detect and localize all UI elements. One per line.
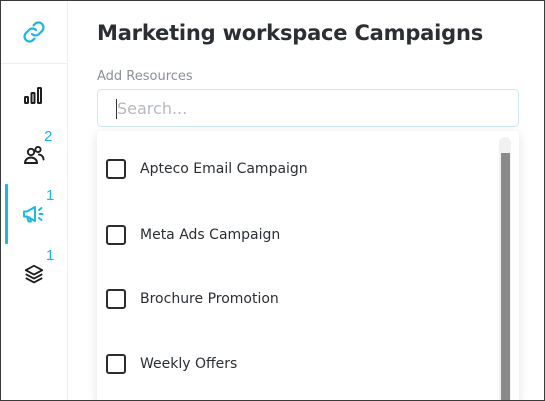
option-brochure-promotion[interactable]: Brochure Promotion <box>97 275 497 323</box>
sidebar-item-analytics[interactable] <box>1 65 67 125</box>
bar-chart-icon <box>24 87 42 104</box>
audiences-count-badge: 2 <box>44 128 53 145</box>
search-input[interactable] <box>97 89 519 127</box>
option-label: Brochure Promotion <box>140 291 279 307</box>
sidebar-item-audiences[interactable]: 2 <box>1 125 67 185</box>
text-caret <box>116 99 117 119</box>
sidebar: 2 1 1 <box>1 1 68 400</box>
users-icon <box>24 145 45 164</box>
option-label: Apteco Email Campaign <box>140 161 308 177</box>
sidebar-item-resources[interactable]: 1 <box>1 244 67 304</box>
page-title: Marketing workspace Campaigns <box>97 21 484 45</box>
option-weekly-offers[interactable]: Weekly Offers <box>97 340 497 388</box>
option-apteco-email-campaign[interactable]: Apteco Email Campaign <box>97 145 497 193</box>
sidebar-logo[interactable] <box>1 1 67 64</box>
megaphone-icon <box>23 206 44 223</box>
app-window: 2 1 1 Marketing workspace Campaigns Add … <box>0 0 545 401</box>
sidebar-item-campaigns[interactable]: 1 <box>1 184 67 244</box>
link-icon <box>23 21 45 43</box>
checkbox[interactable] <box>106 225 126 245</box>
layers-icon <box>24 264 44 284</box>
option-meta-ads-campaign[interactable]: Meta Ads Campaign <box>97 211 497 259</box>
add-resources-label: Add Resources <box>97 69 193 84</box>
checkbox[interactable] <box>106 289 126 309</box>
option-label: Meta Ads Campaign <box>140 227 281 243</box>
resource-dropdown: Apteco Email Campaign Meta Ads Campaign … <box>97 131 519 400</box>
campaigns-count-badge: 1 <box>46 187 55 204</box>
checkbox[interactable] <box>106 354 126 374</box>
option-label: Weekly Offers <box>140 356 238 372</box>
resources-count-badge: 1 <box>46 247 55 264</box>
scrollbar-thumb[interactable] <box>501 153 510 400</box>
checkbox[interactable] <box>106 159 126 179</box>
